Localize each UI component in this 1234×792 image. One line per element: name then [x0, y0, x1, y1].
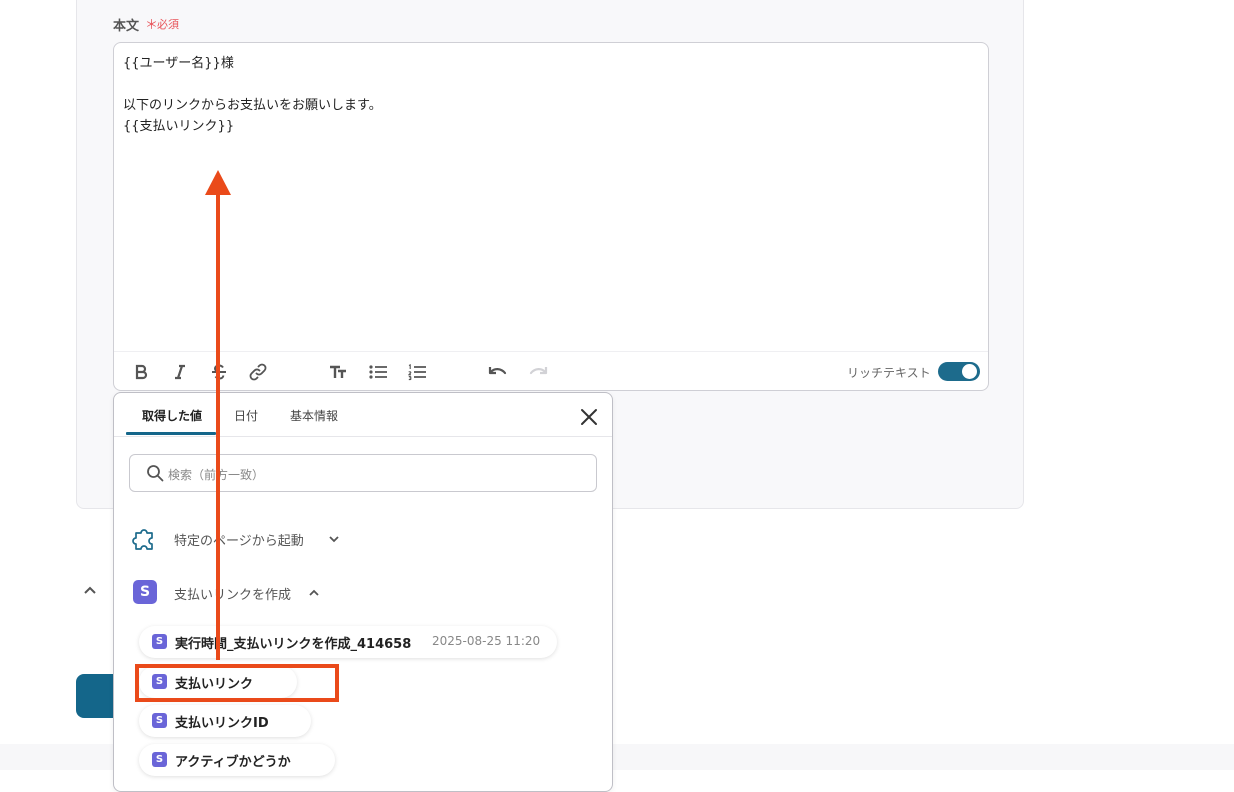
italic-button[interactable]: [168, 360, 192, 384]
redo-icon: [529, 367, 548, 375]
link-icon: [249, 363, 267, 381]
close-icon[interactable]: [578, 406, 600, 428]
editor-line[interactable]: {{ユーザー名}}様: [123, 52, 234, 71]
chip-label: 支払いリンクID: [175, 716, 269, 731]
bold-button[interactable]: [129, 360, 153, 384]
bullet-list-icon: [369, 365, 387, 379]
stripe-logo-icon: S: [133, 580, 157, 604]
bold-icon: [135, 364, 148, 380]
heading-button[interactable]: [326, 360, 350, 384]
chevron-up-icon[interactable]: [307, 586, 321, 600]
italic-icon: [175, 364, 185, 380]
highlight-box: [135, 664, 339, 702]
tab-divider: [114, 436, 612, 437]
text-size-icon: [330, 365, 346, 378]
stripe-icon: S: [152, 713, 167, 728]
chip-timestamp: 2025-08-25 11:20: [432, 634, 541, 648]
redo-button[interactable]: [526, 360, 550, 384]
required-text: 必須: [157, 18, 179, 31]
numbered-list-icon: [408, 364, 426, 381]
link-button[interactable]: [246, 360, 270, 384]
puzzle-icon: [132, 529, 153, 550]
tab-basic-info[interactable]: 基本情報: [290, 407, 338, 424]
chip-label: アクティブかどうか: [175, 755, 291, 770]
search-icon: [147, 465, 164, 482]
bullet-list-button[interactable]: [366, 360, 390, 384]
chevron-up-icon[interactable]: [82, 582, 98, 598]
stripe-icon: S: [152, 634, 167, 649]
editor-line[interactable]: 以下のリンクからお支払いをお願いします。: [123, 94, 382, 113]
stripe-icon: S: [152, 752, 167, 767]
tab-acquired-values[interactable]: 取得した値: [142, 407, 202, 424]
rich-text-label: リッチテキスト: [847, 366, 931, 380]
undo-icon: [488, 367, 507, 375]
toggle-knob: [962, 364, 977, 379]
editor-line[interactable]: {{支払いリンク}}: [123, 115, 234, 134]
undo-button[interactable]: [486, 360, 510, 384]
numbered-list-button[interactable]: [405, 360, 429, 384]
field-label: 本文: [113, 19, 140, 34]
chevron-down-icon[interactable]: [327, 532, 341, 546]
annotation-arrow-icon: [205, 170, 231, 660]
